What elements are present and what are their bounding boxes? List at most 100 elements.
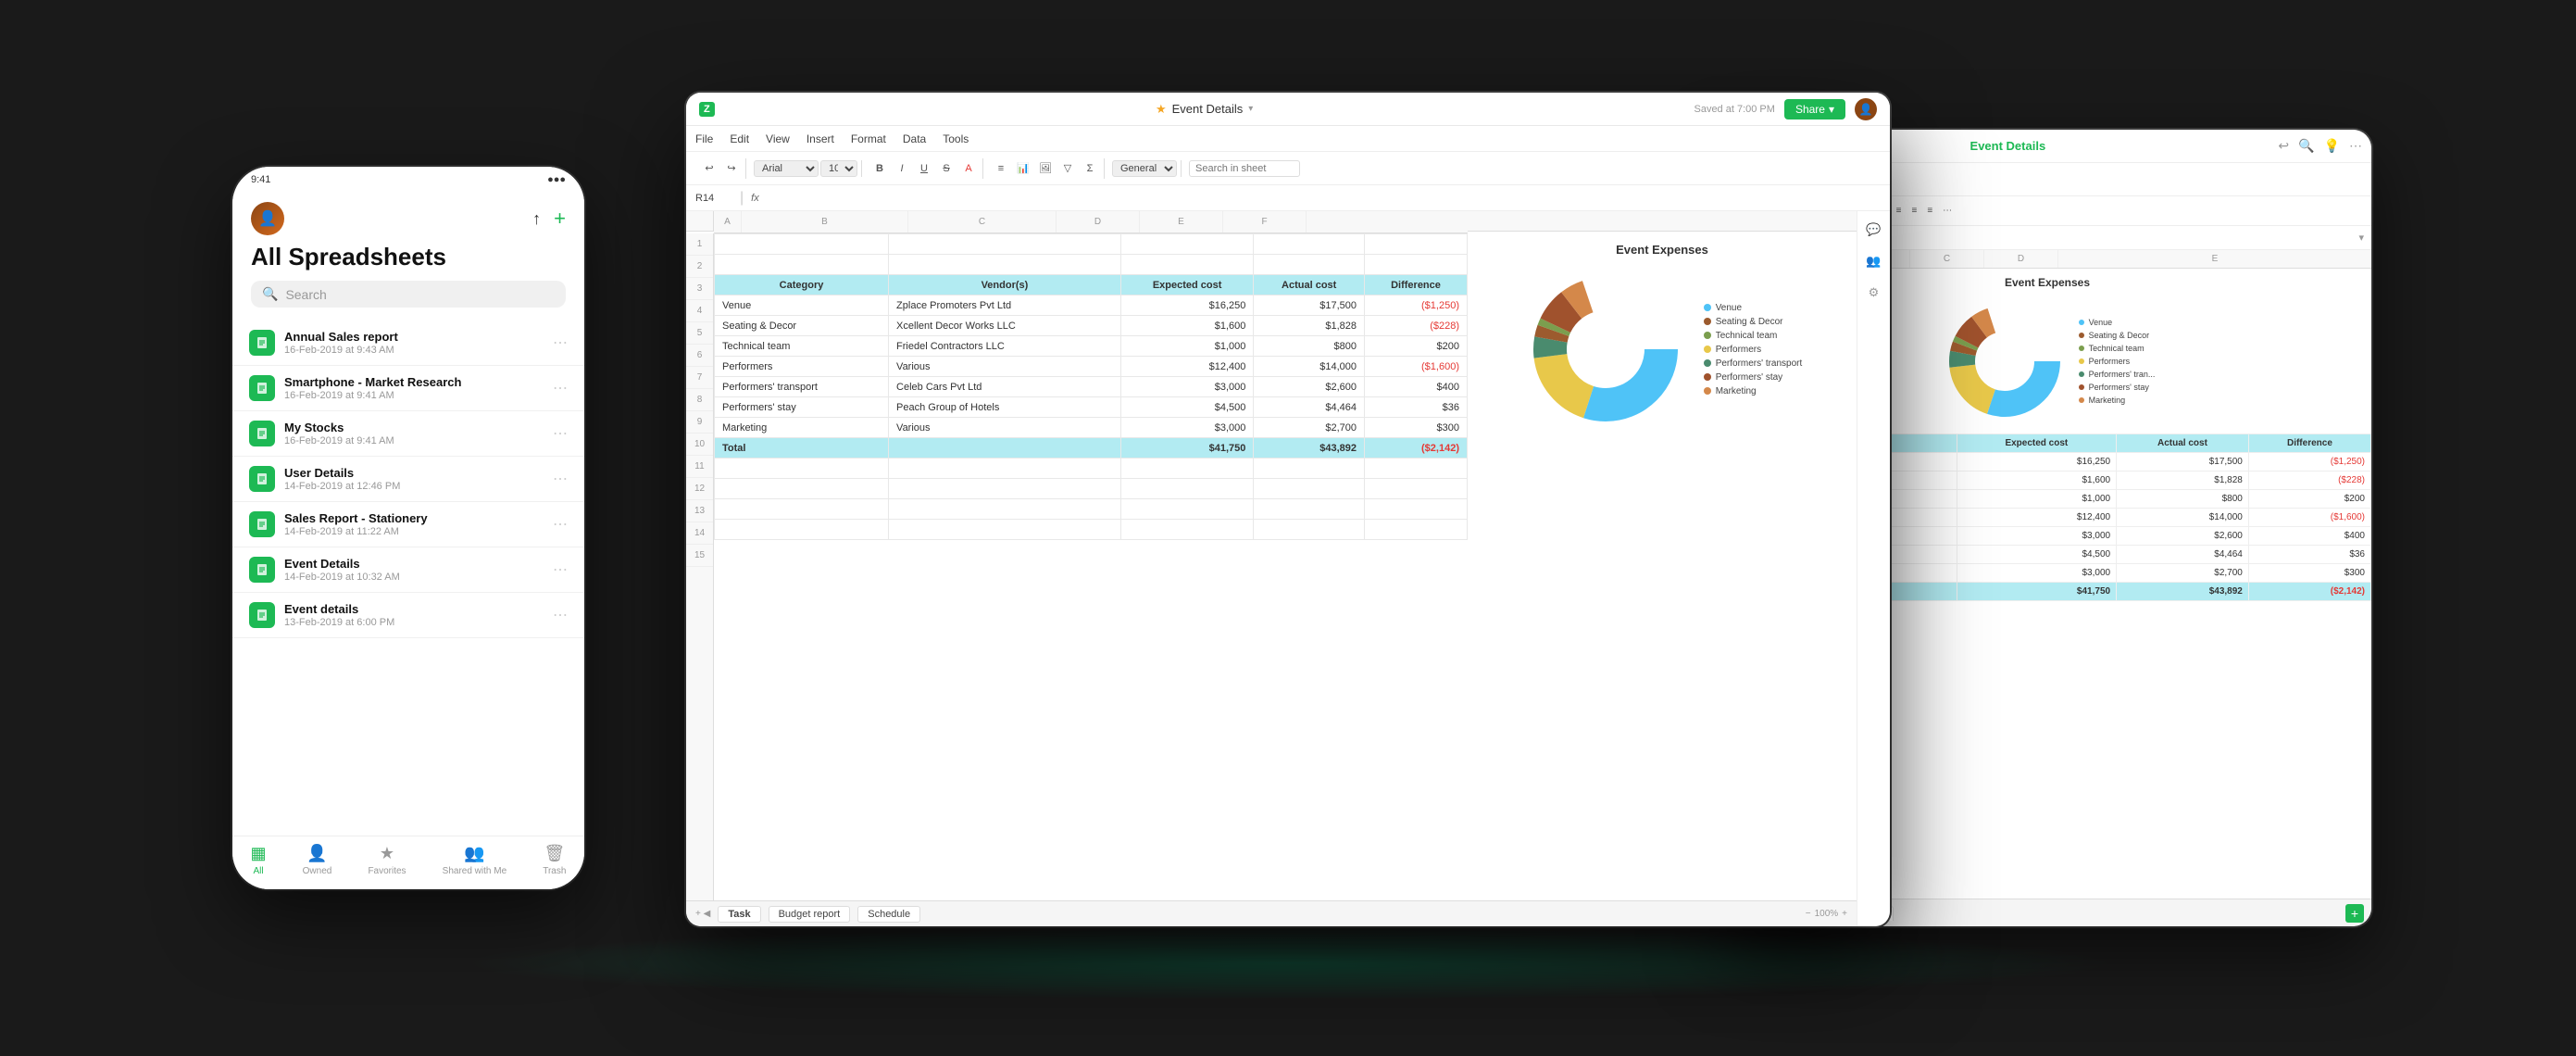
cell[interactable]	[1254, 520, 1365, 540]
item-menu-icon[interactable]: ⋯	[553, 606, 568, 624]
cell[interactable]	[1254, 255, 1365, 275]
total-cell[interactable]: Total	[715, 438, 889, 459]
data-cell[interactable]: Various	[889, 418, 1121, 438]
search-input[interactable]: Search	[285, 287, 326, 302]
tab-data-cell[interactable]: $300	[2248, 564, 2370, 583]
data-cell[interactable]: Technical team	[715, 336, 889, 357]
more-options-icon[interactable]: ⋯	[2349, 138, 2362, 154]
cell[interactable]	[889, 499, 1121, 520]
cell[interactable]	[889, 459, 1121, 479]
data-cell[interactable]: $12,400	[1120, 357, 1254, 377]
tab-header-cell[interactable]: Difference	[2248, 434, 2370, 453]
undo-button[interactable]: ↩	[699, 158, 719, 179]
data-cell[interactable]: Performers' stay	[715, 397, 889, 418]
menu-item-edit[interactable]: Edit	[730, 132, 749, 145]
data-cell[interactable]: $2,700	[1254, 418, 1365, 438]
data-cell[interactable]: $800	[1254, 336, 1365, 357]
item-menu-icon[interactable]: ⋯	[553, 470, 568, 488]
add-icon[interactable]: +	[554, 207, 566, 231]
cell[interactable]	[1365, 499, 1468, 520]
phone-list-item[interactable]: Event Details 14-Feb-2019 at 10:32 AM ⋯	[232, 547, 584, 593]
data-cell[interactable]: $3,000	[1120, 418, 1254, 438]
insert-image-button[interactable]: 🖼	[1035, 158, 1056, 179]
tab-data-cell[interactable]: $16,250	[1957, 453, 2116, 471]
data-cell[interactable]: $17,500	[1254, 295, 1365, 316]
filter-button[interactable]: ▽	[1057, 158, 1078, 179]
phone-nav-item-all[interactable]: ▦All	[251, 844, 267, 876]
phone-list-item[interactable]: Event details 13-Feb-2019 at 6:00 PM ⋯	[232, 593, 584, 638]
total-cell[interactable]: $43,892	[1254, 438, 1365, 459]
data-cell[interactable]: ($1,600)	[1365, 357, 1468, 377]
undo-icon[interactable]: ↩	[2278, 138, 2289, 154]
data-cell[interactable]: ($228)	[1365, 316, 1468, 336]
schedule-tab[interactable]: Schedule	[857, 906, 920, 923]
strikethrough-button[interactable]: S	[936, 158, 957, 179]
font-family-select[interactable]: Arial	[754, 160, 819, 177]
cell[interactable]	[1365, 479, 1468, 499]
cell[interactable]	[1365, 520, 1468, 540]
tab-data-cell[interactable]: $1,000	[1957, 490, 2116, 509]
cell[interactable]	[1254, 479, 1365, 499]
header-cell-4[interactable]: Difference	[1365, 275, 1468, 295]
budget-tab[interactable]: Budget report	[769, 906, 851, 923]
cell[interactable]	[715, 479, 889, 499]
data-cell[interactable]: $300	[1365, 418, 1468, 438]
cell[interactable]	[1120, 459, 1254, 479]
sum-button[interactable]: Σ	[1080, 158, 1100, 179]
underline-button[interactable]: U	[914, 158, 934, 179]
tab-data-cell[interactable]: $200	[2248, 490, 2370, 509]
menu-item-data[interactable]: Data	[903, 132, 926, 145]
tab-data-cell[interactable]: ($228)	[2248, 471, 2370, 490]
cell[interactable]	[715, 499, 889, 520]
data-cell[interactable]: Peach Group of Hotels	[889, 397, 1121, 418]
cell[interactable]	[1365, 234, 1468, 255]
zoom-out-button[interactable]: −	[1806, 909, 1811, 919]
comments-icon[interactable]: 💬	[1863, 219, 1885, 241]
bold-button[interactable]: B	[869, 158, 890, 179]
cell[interactable]	[1120, 520, 1254, 540]
notification-icon[interactable]: ↑	[532, 209, 541, 229]
people-icon[interactable]: 👥	[1863, 250, 1885, 272]
cell[interactable]	[715, 234, 889, 255]
lightbulb-icon[interactable]: 💡	[2324, 138, 2340, 154]
data-cell[interactable]: Seating & Decor	[715, 316, 889, 336]
data-cell[interactable]: Various	[889, 357, 1121, 377]
phone-list-item[interactable]: User Details 14-Feb-2019 at 12:46 PM ⋯	[232, 457, 584, 502]
header-cell-1[interactable]: Vendor(s)	[889, 275, 1121, 295]
tab-total-cell[interactable]: ($2,142)	[2248, 583, 2370, 601]
menu-item-format[interactable]: Format	[851, 132, 886, 145]
tab-header-cell[interactable]: Expected cost	[1957, 434, 2116, 453]
cell[interactable]	[715, 255, 889, 275]
cell[interactable]	[715, 459, 889, 479]
menu-item-file[interactable]: File	[695, 132, 713, 145]
data-cell[interactable]: Performers	[715, 357, 889, 377]
tab-data-cell[interactable]: $12,400	[1957, 509, 2116, 527]
phone-list-item[interactable]: My Stocks 16-Feb-2019 at 9:41 AM ⋯	[232, 411, 584, 457]
menu-item-view[interactable]: View	[766, 132, 790, 145]
tab-total-cell[interactable]: $41,750	[1957, 583, 2116, 601]
search-icon[interactable]: 🔍	[2298, 138, 2314, 154]
data-cell[interactable]: $200	[1365, 336, 1468, 357]
cell[interactable]	[1120, 234, 1254, 255]
add-sheet-btn[interactable]: + ◀	[695, 909, 710, 919]
redo-button[interactable]: ↪	[721, 158, 742, 179]
item-menu-icon[interactable]: ⋯	[553, 515, 568, 534]
header-cell-2[interactable]: Expected cost	[1120, 275, 1254, 295]
tab-data-cell[interactable]: $3,000	[1957, 527, 2116, 546]
data-cell[interactable]: $16,250	[1120, 295, 1254, 316]
tab-data-cell[interactable]: $17,500	[2117, 453, 2249, 471]
cell[interactable]	[1120, 479, 1254, 499]
phone-nav-item-favorites[interactable]: ★Favorites	[368, 844, 406, 876]
data-cell[interactable]: Celeb Cars Pvt Ltd	[889, 377, 1121, 397]
data-cell[interactable]: $3,000	[1120, 377, 1254, 397]
search-in-sheet-input[interactable]	[1189, 160, 1300, 177]
menu-item-tools[interactable]: Tools	[943, 132, 969, 145]
item-menu-icon[interactable]: ⋯	[553, 379, 568, 397]
tab-data-cell[interactable]: $800	[2117, 490, 2249, 509]
font-size-select[interactable]: 10	[820, 160, 857, 177]
cell[interactable]	[1365, 459, 1468, 479]
phone-nav-item-owned[interactable]: 👤Owned	[303, 844, 332, 876]
phone-search-bar[interactable]: 🔍 Search	[251, 281, 566, 308]
tab-total-cell[interactable]: $43,892	[2117, 583, 2249, 601]
align-left-btn[interactable]: ≡	[1893, 204, 1906, 218]
